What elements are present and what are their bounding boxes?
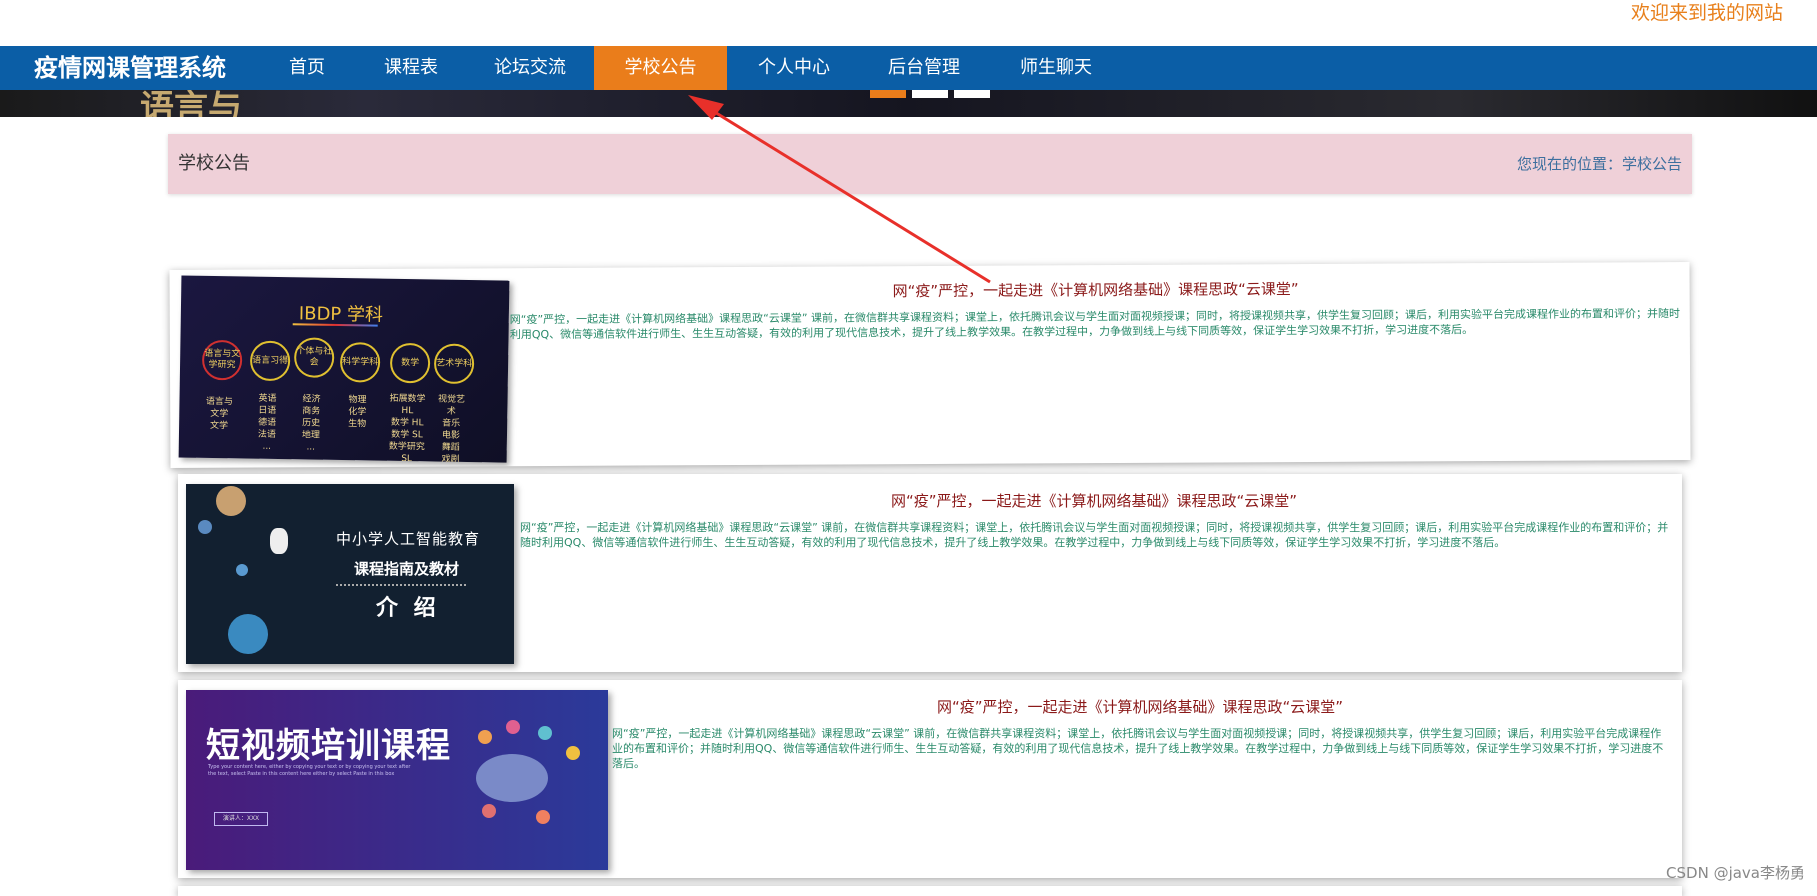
person-graphic (482, 804, 496, 818)
subject-circle: 语言习得 (249, 340, 291, 382)
nav-item-profile[interactable]: 个人中心 (742, 46, 846, 90)
subject-list: 拓展数学 HL 数学 HL 数学 SL 数学研究 SL (388, 393, 426, 463)
thumb-line2: 课程指南及教材 (354, 560, 460, 578)
subject-list: 英语 日语 德语 法语 ... (257, 393, 277, 452)
nav-item-forum[interactable]: 论坛交流 (478, 46, 582, 90)
announcement-thumbnail[interactable]: 中小学人工智能教育 课程指南及教材 介 绍 (186, 484, 514, 664)
nav-item-schedule[interactable]: 课程表 (366, 46, 456, 90)
thumb-subtitle: Type your content here, either by copyin… (208, 764, 411, 777)
person-graphic (538, 726, 552, 740)
announcement-thumbnail[interactable]: IBDP 学科 语言与文学研究 语言习得 个体与社会 科学学科 数学 艺术学科 … (178, 275, 510, 463)
announcement-title[interactable]: 网“疫”严控，一起走进《计算机网络基础》课程思政“云课堂” (510, 276, 1682, 303)
planet-graphic (216, 486, 246, 516)
person-graphic (478, 730, 492, 744)
meeting-table-graphic (476, 754, 548, 802)
subject-circle: 个体与社会 (293, 337, 335, 378)
announcement-description: 网“疫”严控，一起走进《计算机网络基础》课程思政“云课堂” 课前，在微信群共享课… (612, 727, 1664, 770)
watermark-text: CSDN @java李杨勇 (1666, 864, 1805, 882)
planet-graphic (198, 520, 212, 534)
subject-circle: 科学学科 (339, 342, 381, 383)
nav-item-home[interactable]: 首页 (262, 46, 352, 90)
carousel-dot[interactable] (954, 90, 990, 98)
carousel-dot[interactable] (870, 90, 906, 98)
brand-title[interactable]: 疫情网课管理系统 (34, 46, 226, 90)
subject-list: 经济 商务 历史 地理 ... (301, 394, 321, 453)
announcement-card-partial[interactable] (178, 886, 1682, 896)
presenter-label: 演讲人：XXX (214, 812, 268, 826)
nav-item-announcements[interactable]: 学校公告 (594, 46, 727, 90)
announcement-thumbnail[interactable]: 短视频培训课程 Type your content here, either b… (186, 690, 608, 870)
subject-circle: 数学 (389, 342, 431, 384)
person-graphic (506, 720, 520, 734)
planet-graphic (236, 564, 248, 576)
announcement-title[interactable]: 网“疫”严控，一起走进《计算机网络基础》课程思政“云课堂” (608, 696, 1672, 717)
nav-item-chat[interactable]: 师生聊天 (1004, 46, 1108, 90)
subject-list: 语言与 文学 文学 (205, 396, 234, 432)
announcement-description: 网“疫”严控，一起走进《计算机网络基础》课程思政“云课堂” 课前，在微信群共享课… (509, 307, 1681, 342)
person-graphic (536, 810, 550, 824)
breadcrumb-bar: 学校公告 您现在的位置：学校公告 (168, 134, 1692, 194)
announcement-card[interactable]: IBDP 学科 语言与文学研究 语言习得 个体与社会 科学学科 数学 艺术学科 … (169, 262, 1691, 468)
banner-strip: 语言与 (0, 90, 1817, 117)
globe-graphic (228, 614, 268, 654)
person-graphic (566, 746, 580, 760)
subject-list: 视觉艺 术 音乐 电影 舞蹈 戏剧 (437, 394, 466, 463)
thumb-underline (292, 323, 378, 327)
astronaut-graphic (270, 528, 288, 554)
page-title: 学校公告 (178, 153, 250, 174)
banner-partial-text: 语言与 (140, 90, 242, 117)
thumb-line1: 中小学人工智能教育 (336, 530, 481, 548)
main-navbar: 疫情网课管理系统 首页 课程表 论坛交流 学校公告 个人中心 后台管理 师生聊天 (0, 46, 1817, 90)
announcement-description: 网“疫”严控，一起走进《计算机网络基础》课程思政“云课堂” 课前，在微信群共享课… (520, 521, 1669, 549)
subject-circle: 语言与文学研究 (201, 339, 243, 381)
carousel-dot[interactable] (912, 90, 948, 98)
welcome-text: 欢迎来到我的网站 (1630, 2, 1783, 24)
announcement-title[interactable]: 网“疫”严控，一起走进《计算机网络基础》课程思政“云课堂” (518, 490, 1670, 511)
subject-circle: 艺术学科 (433, 343, 475, 385)
announcement-card[interactable]: 短视频培训课程 Type your content here, either b… (178, 680, 1682, 878)
thumb-heading: 短视频培训课程 (206, 726, 451, 766)
thumb-divider (336, 584, 466, 586)
breadcrumb: 您现在的位置：学校公告 (1516, 155, 1682, 173)
announcement-card[interactable]: 中小学人工智能教育 课程指南及教材 介 绍 网“疫”严控，一起走进《计算机网络基… (178, 474, 1682, 672)
subject-list: 物理 化学 生物 (348, 395, 367, 430)
nav-item-admin[interactable]: 后台管理 (872, 46, 976, 90)
thumb-line3: 介 绍 (376, 596, 440, 621)
